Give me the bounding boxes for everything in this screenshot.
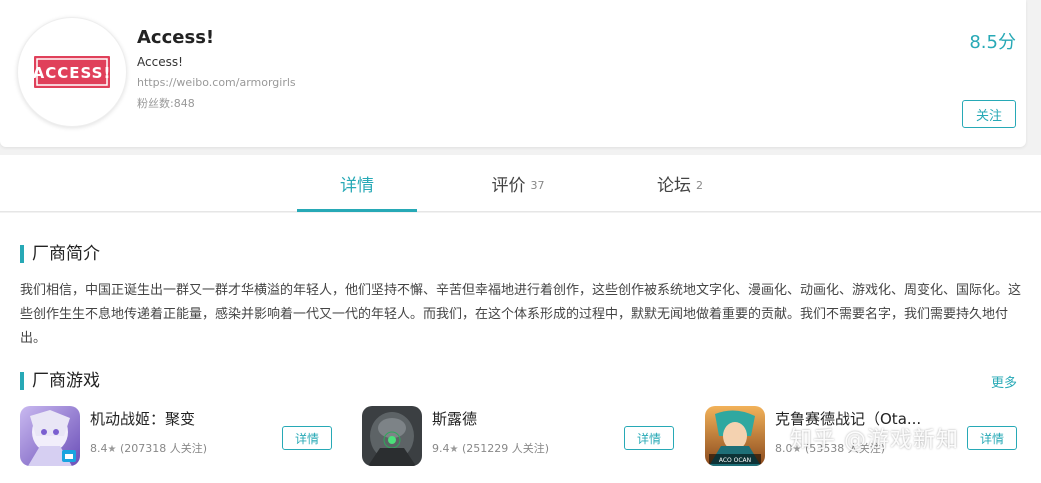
tab-reviews-label: 评价	[491, 176, 526, 196]
vendor-fans-count: 粉丝数:848	[137, 97, 195, 110]
tab-details[interactable]: 详情	[297, 155, 417, 212]
game-rating: 9.4	[432, 442, 450, 455]
star-icon: ★	[449, 444, 459, 455]
game-detail-button[interactable]: 详情	[967, 426, 1017, 450]
intro-section-title: 厂商简介	[20, 244, 100, 264]
tab-reviews[interactable]: 评价 37	[458, 155, 578, 212]
more-games-link[interactable]: 更多	[991, 372, 1017, 391]
game-followers: (251229 人关注)	[461, 442, 550, 455]
game-title[interactable]: 斯露德	[432, 408, 477, 429]
vendor-subtitle: Access!	[137, 55, 183, 69]
game-followers: (207318 人关注)	[119, 442, 208, 455]
vendor-score: 8.5分	[969, 32, 1016, 53]
vendor-header-card: ACCESS! Access! Access! https://weibo.co…	[0, 0, 1026, 147]
intro-text: 我们相信，中国正诞生出一群又一群才华横溢的年轻人，他们坚持不懈、辛苦但幸福地进行…	[20, 283, 1022, 346]
game-icon-jidongzhanji[interactable]	[20, 406, 80, 466]
vendor-name: Access!	[137, 27, 215, 48]
tab-active-indicator	[297, 209, 417, 212]
game-title[interactable]: 机动战姬：聚变	[90, 408, 195, 429]
star-icon: ★	[107, 444, 117, 455]
tab-details-label: 详情	[340, 176, 374, 196]
tab-forum-label: 论坛	[657, 176, 691, 196]
svg-text:ACCESS!: ACCESS!	[33, 64, 111, 82]
game-detail-button[interactable]: 详情	[624, 426, 674, 450]
game-meta: 9.4★ (251229 人关注)	[432, 440, 549, 456]
game-icon-siluode[interactable]	[362, 406, 422, 466]
tab-forum-count: 2	[696, 178, 703, 192]
game-detail-button[interactable]: 详情	[282, 426, 332, 450]
games-section-title: 厂商游戏	[20, 371, 100, 391]
zhihu-watermark: 知乎 @游戏新知	[790, 428, 959, 453]
tab-forum[interactable]: 论坛 2	[620, 155, 740, 212]
follow-button[interactable]: 关注	[962, 100, 1016, 128]
tab-bar: 详情 评价 37 论坛 2	[0, 155, 1041, 212]
access-logo-icon: ACCESS!	[33, 56, 111, 88]
tab-reviews-count: 37	[530, 178, 545, 192]
vendor-url-link[interactable]: https://weibo.com/armorgirls	[137, 76, 296, 89]
game-rating: 8.4	[90, 442, 108, 455]
game-meta: 8.4★ (207318 人关注)	[90, 440, 207, 456]
svg-text:ACO OCAN: ACO OCAN	[719, 457, 751, 464]
game-card[interactable]: 机动战姬：聚变 8.4★ (207318 人关注) 详情	[20, 406, 340, 468]
game-card[interactable]: 斯露德 9.4★ (251229 人关注) 详情	[362, 406, 682, 468]
vendor-logo: ACCESS!	[17, 17, 127, 127]
game-icon-crusaders[interactable]: ACO OCAN	[705, 406, 765, 466]
